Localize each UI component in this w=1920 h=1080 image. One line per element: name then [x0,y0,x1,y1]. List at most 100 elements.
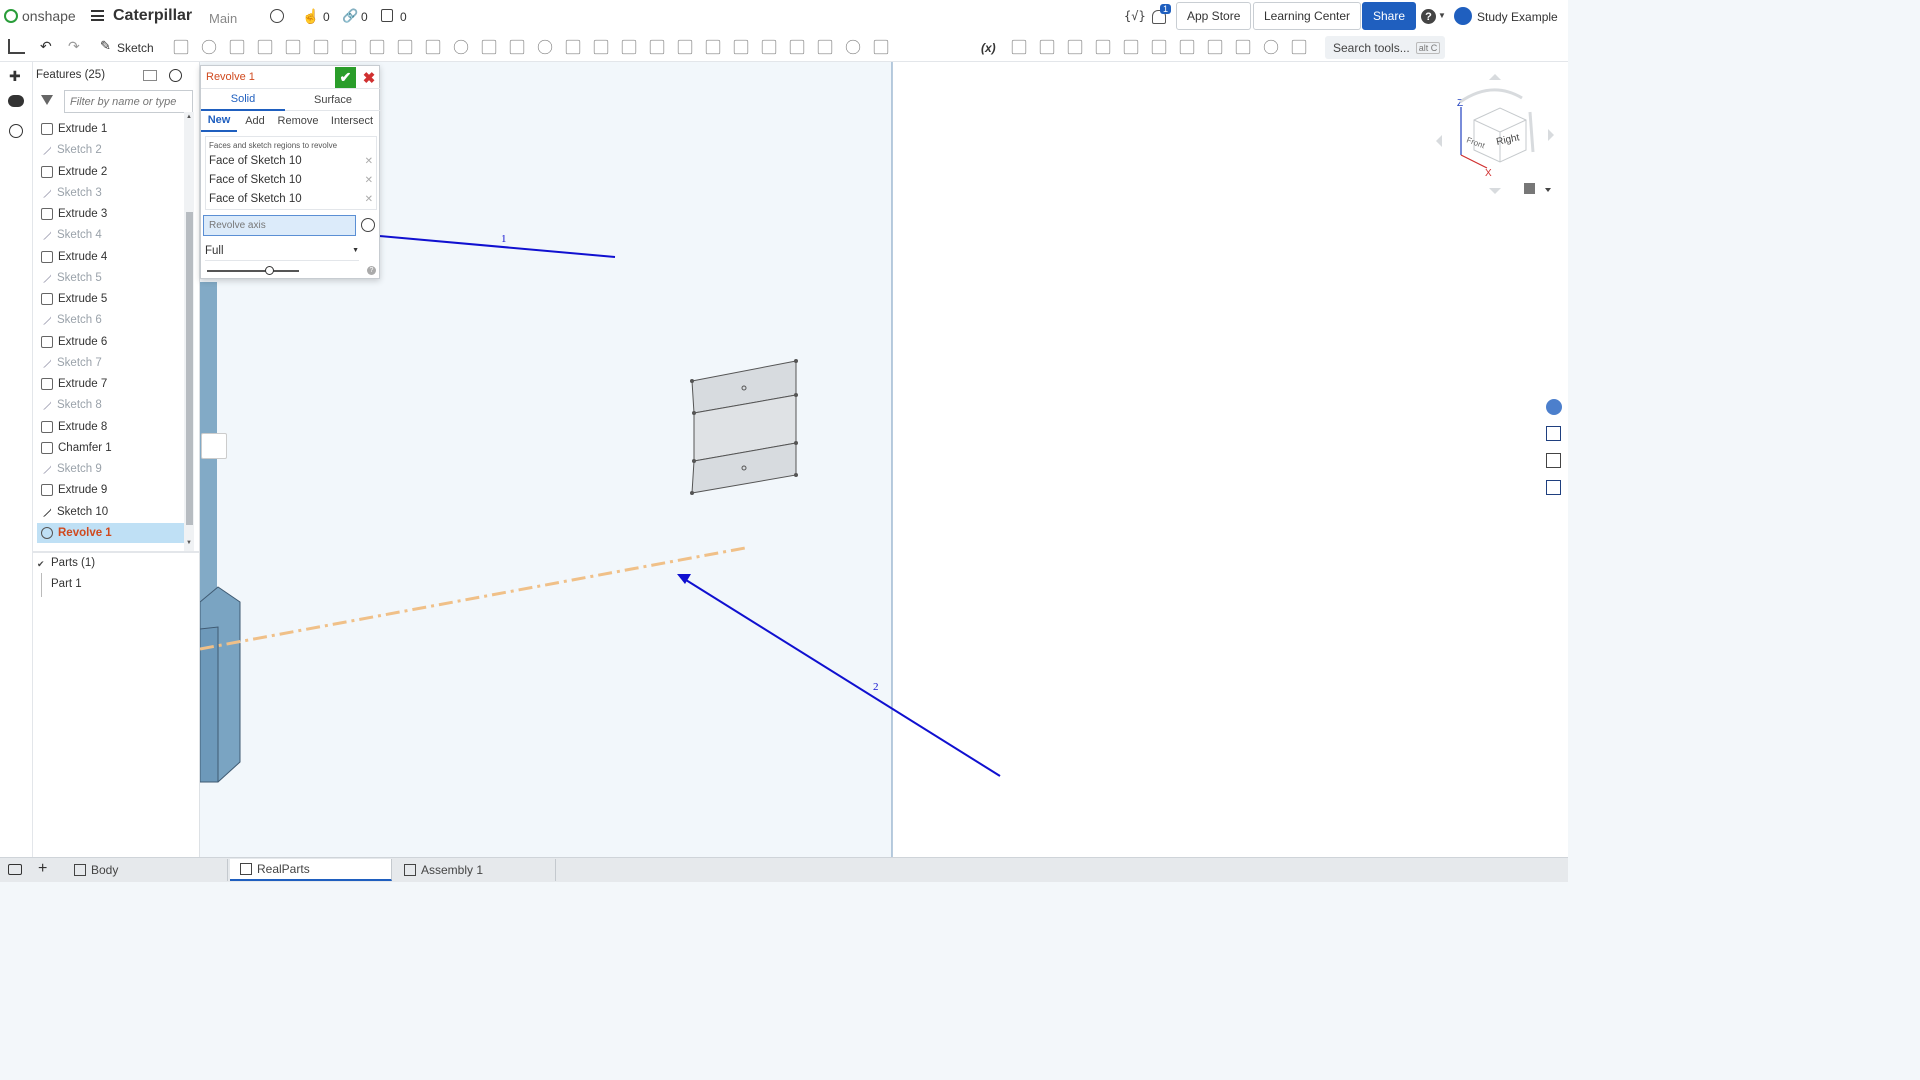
feature-item[interactable]: Sketch 6 [37,310,185,330]
plane-icon[interactable] [789,39,805,55]
relief-icon[interactable] [1235,39,1251,55]
flange-icon[interactable] [1039,39,1055,55]
model-canvas[interactable]: 1 2 Front Right Z X [200,62,1568,857]
part-item[interactable]: Part 1 [51,578,82,590]
settings-gear-icon[interactable] [1263,39,1279,55]
bend-icon[interactable] [1095,39,1111,55]
delete-face-icon[interactable] [677,39,693,55]
feature-item[interactable]: Extrude 9 [37,480,185,500]
add-folder-icon[interactable] [143,70,157,81]
tab-surface[interactable]: Surface [285,89,381,111]
curve-icon[interactable] [873,39,889,55]
transform-icon[interactable] [593,39,609,55]
avatar[interactable] [1454,7,1472,25]
feature-item[interactable]: Sketch 5 [37,268,185,288]
feature-item[interactable]: Extrude 8 [37,417,185,437]
modify-fillet-icon[interactable] [649,39,665,55]
remove-face-close-icon[interactable]: ✕ [365,194,373,205]
loft-icon[interactable] [257,39,273,55]
parts-chevron-down-icon[interactable]: ✔ [37,559,45,570]
sheet-metal-icon[interactable] [1011,39,1027,55]
helix-icon[interactable] [845,39,861,55]
help-icon[interactable]: ? [1421,9,1436,24]
tab-remove[interactable]: Remove [273,110,323,132]
tab-add[interactable]: Add [237,110,273,132]
parts-header[interactable]: Parts (1) [51,557,95,569]
mate-connector-icon[interactable] [817,39,833,55]
thicken-icon[interactable] [285,39,301,55]
feature-item[interactable]: Extrude 7 [37,374,185,394]
history-icon[interactable] [9,124,23,138]
shell-icon[interactable] [425,39,441,55]
feature-item[interactable]: Extrude 6 [37,332,185,352]
branch-name[interactable]: Main [209,11,237,26]
face-selection-item[interactable]: Face of Sketch 10 ✕ [209,171,373,189]
revolve-axis-field[interactable]: Revolve axis [203,215,356,236]
axis-history-clock-icon[interactable] [361,218,375,232]
share-button[interactable]: Share [1362,2,1417,30]
extrude-icon[interactable] [173,39,189,55]
add-tab-icon[interactable]: + [38,860,47,878]
scroll-up-icon[interactable]: ▲ [186,114,192,120]
tab-icon[interactable] [1067,39,1083,55]
form-icon[interactable] [1151,39,1167,55]
tab-manager-icon[interactable] [8,864,22,875]
slider-thumb[interactable] [265,266,275,275]
view-cube[interactable]: Front Right Z X [1457,98,1527,179]
graphics-viewport[interactable]: 1 2 Front Right Z X [200,62,1568,857]
feature-item[interactable]: Sketch 9 [37,459,185,479]
move-face-icon[interactable] [705,39,721,55]
menu-icon[interactable] [91,10,104,21]
feature-item[interactable]: Extrude 4 [37,247,185,267]
search-tools[interactable]: Search tools... alt C [1325,36,1445,59]
brand-name[interactable]: onshape [22,8,76,24]
confirm-checkmark-icon[interactable]: ✔ [335,67,356,88]
feature-item[interactable]: Sketch 2 [37,140,185,160]
tab-assembly[interactable]: Assembly 1 [394,859,556,881]
pattern-icon[interactable] [481,39,497,55]
dialog-help-icon[interactable]: ? [367,266,376,275]
tab-realparts[interactable]: RealParts [230,859,392,881]
tab-intersect[interactable]: Intersect [323,110,381,132]
onshape-logo-icon[interactable] [4,9,18,23]
sweep-icon[interactable] [229,39,245,55]
corner-icon[interactable] [1207,39,1223,55]
variables-table-icon[interactable] [1546,480,1561,495]
feature-item[interactable]: Extrude 2 [37,162,185,182]
link-icon[interactable]: 🔗 [342,8,358,24]
like-icon[interactable]: ☝ [302,8,319,25]
revolve-icon[interactable] [201,39,217,55]
tab-body[interactable]: Body [64,859,228,881]
feature-list-toggle-icon[interactable] [201,433,227,459]
insert-icon[interactable]: ✚ [9,68,21,85]
feature-item[interactable]: Sketch 8 [37,395,185,415]
replace-face-icon[interactable] [733,39,749,55]
remove-face-close-icon[interactable]: ✕ [365,156,373,167]
feature-filter-input[interactable] [64,90,193,113]
feature-list-icon[interactable] [8,39,25,54]
variable-icon[interactable]: (x) [981,41,996,55]
configurations-icon[interactable] [1546,453,1561,468]
copy-icon[interactable] [381,9,393,22]
chamfer-icon[interactable] [341,39,357,55]
rib-icon[interactable] [397,39,413,55]
feature-item[interactable]: Sketch 3 [37,183,185,203]
revolve-type-select[interactable]: Full ▼ [205,241,359,261]
mirror-icon[interactable] [509,39,525,55]
parts-panel-icon[interactable] [1546,426,1561,441]
feature-item[interactable]: Sketch 7 [37,353,185,373]
remove-face-close-icon[interactable]: ✕ [365,175,373,186]
learning-center-button[interactable]: Learning Center [1253,2,1362,30]
feature-item[interactable]: Revolve 1 [37,522,185,543]
undo-icon[interactable]: ↶ [40,38,52,55]
split-icon[interactable] [565,39,581,55]
fillet-icon[interactable] [313,39,329,55]
add-custom-feature-icon[interactable] [1291,39,1307,55]
feature-item[interactable]: Extrude 5 [37,289,185,309]
face-selection-item[interactable]: Face of Sketch 10 ✕ [209,190,373,208]
tab-solid[interactable]: Solid [201,89,285,111]
hole-icon[interactable] [453,39,469,55]
scroll-thumb[interactable] [186,212,193,525]
user-name[interactable]: Study Example [1477,10,1558,24]
appearance-icon[interactable] [1546,399,1562,415]
